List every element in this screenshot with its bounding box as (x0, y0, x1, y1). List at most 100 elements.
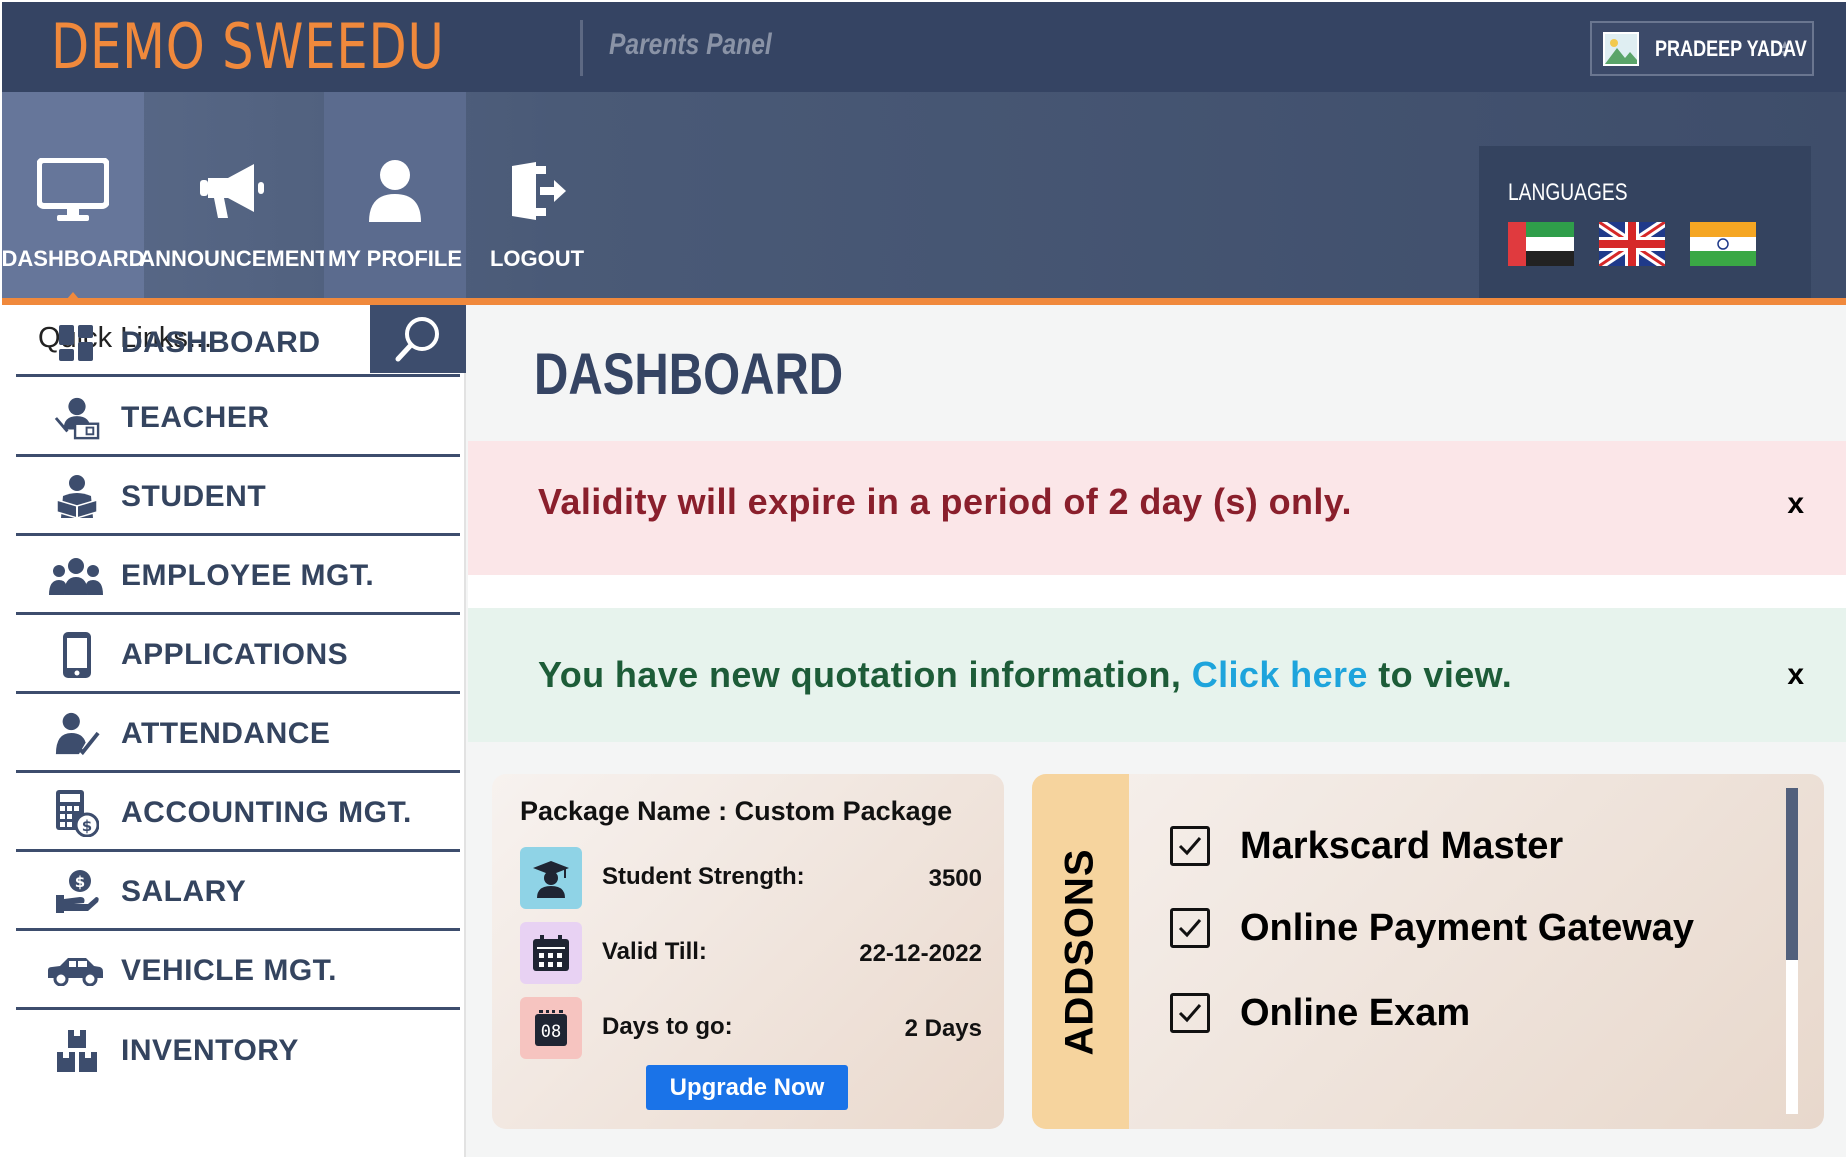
svg-text:$: $ (82, 817, 92, 835)
sidebar-item-inventory[interactable]: INVENTORY (16, 1013, 460, 1089)
student-icon (54, 474, 100, 520)
sidebar-item-salary[interactable]: $ SALARY (16, 855, 460, 931)
sidebar-item-accounting-mgt[interactable]: $ ACCOUNTING MGT. (16, 776, 460, 852)
nav-logout[interactable]: LOGOUT (466, 92, 608, 298)
logout-icon (506, 157, 568, 225)
quotation-alert-text: You have new quotation information, Clic… (538, 654, 1512, 696)
salary-icon: $ (54, 869, 100, 915)
sidebar-item-label: STUDENT (121, 479, 267, 513)
nav-announcement[interactable]: ANNOUNCEMENT (139, 92, 329, 298)
sidebar-item-label: VEHICLE MGT. (121, 953, 338, 987)
sidebar-item-label: INVENTORY (121, 1034, 299, 1067)
sidebar-item-label: EMPLOYEE MGT. (121, 558, 375, 592)
sidebar-item-applications[interactable]: APPLICATIONS (16, 618, 460, 694)
addons-strip: ADDSONS (1032, 774, 1129, 1129)
close-validity-alert-button[interactable]: x (1787, 487, 1804, 521)
nav-accent-line (2, 298, 1846, 305)
grid-icon (54, 320, 100, 366)
sidebar-item-label: TEACHER (121, 400, 270, 434)
svg-text:$: $ (75, 873, 85, 891)
package-row-student-strength: Student Strength: 3500 (520, 847, 982, 909)
sidebar-item-dashboard[interactable]: DASHBOARD (16, 312, 460, 377)
user-menu[interactable]: PRADEEP YADAV ▲ ▼ (1590, 21, 1814, 76)
uk-flag-icon[interactable] (1599, 222, 1665, 266)
megaphone-icon (198, 157, 270, 225)
quotation-click-here-link[interactable]: Click here (1192, 654, 1368, 695)
addon-item: Online Exam (1170, 991, 1770, 1035)
calendar-icon (520, 922, 582, 984)
sidebar-item-label: SALARY (121, 874, 247, 908)
addons-scrollbar[interactable] (1786, 788, 1798, 1114)
teacher-icon (54, 395, 100, 441)
addon-label: Markscard Master (1240, 824, 1564, 867)
addon-label: Online Payment Gateway (1240, 906, 1695, 949)
nav-label: ANNOUNCEMENT (139, 246, 329, 271)
nav-dashboard[interactable]: DASHBOARD (1, 92, 145, 299)
car-icon (46, 948, 104, 994)
sidebar-item-label: APPLICATIONS (121, 637, 349, 671)
nav-label: DASHBOARD (1, 246, 145, 271)
close-quotation-alert-button[interactable]: x (1787, 658, 1804, 692)
group-icon (48, 553, 104, 599)
alert-spacer (468, 575, 1846, 608)
boxes-icon (54, 1028, 100, 1074)
app-logo[interactable]: DEMO SWEEDU (51, 12, 445, 82)
graduate-icon (520, 847, 582, 909)
addon-item: Markscard Master (1170, 824, 1770, 868)
addons-label: ADDSONS (1057, 848, 1102, 1056)
page-title: DASHBOARD (534, 342, 844, 407)
calculator-icon: $ (54, 789, 100, 837)
nav-label: LOGOUT (489, 246, 585, 271)
avatar (1603, 31, 1639, 66)
panel-title: Parents Panel (609, 28, 772, 61)
attendance-icon (54, 711, 100, 757)
user-name: PRADEEP YADAV (1655, 35, 1807, 61)
package-value: 22-12-2022 (859, 940, 982, 967)
quotation-alert: You have new quotation information, Clic… (468, 608, 1846, 742)
nav-label: MY PROFILE (327, 246, 463, 271)
sidebar-item-student[interactable]: STUDENT (16, 460, 460, 536)
checkbox-checked-icon[interactable] (1170, 993, 1210, 1033)
package-card: Package Name : Custom Package Student St… (492, 774, 1004, 1129)
quotation-alert-suffix: to view. (1367, 654, 1513, 695)
checkbox-checked-icon[interactable] (1170, 908, 1210, 948)
quotation-alert-prefix: You have new quotation information, (538, 654, 1192, 695)
validity-alert-text: Validity will expire in a period of 2 da… (538, 481, 1352, 522)
calendar-day-badge: 08 (535, 1010, 567, 1046)
header-divider (580, 20, 583, 76)
top-header: DEMO SWEEDU Parents Panel PRADEEP YADAV … (2, 2, 1846, 92)
checkbox-checked-icon[interactable] (1170, 826, 1210, 866)
addons-card: ADDSONS Markscard Master Online Payment … (1032, 774, 1824, 1129)
addons-scrollbar-thumb[interactable] (1786, 788, 1798, 960)
languages-panel: LANGUAGES (1479, 146, 1811, 298)
uae-flag-icon[interactable] (1508, 222, 1574, 266)
addon-item: Online Payment Gateway (1170, 906, 1770, 950)
validity-alert: Validity will expire in a period of 2 da… (468, 441, 1846, 575)
sidebar-item-label: DASHBOARD (121, 326, 321, 359)
package-label: Days to go: (602, 1013, 733, 1040)
monitor-icon (37, 157, 109, 225)
sidebar-item-label: ACCOUNTING MGT. (121, 795, 412, 829)
languages-title: LANGUAGES (1508, 179, 1628, 206)
package-row-valid-till: Valid Till: 22-12-2022 (520, 922, 982, 984)
package-value: 2 Days (904, 1015, 982, 1042)
package-name: Package Name : Custom Package (520, 796, 953, 826)
calendar-day-icon: 08 (520, 997, 582, 1059)
package-label: Valid Till: (602, 938, 707, 965)
sidebar-item-employee-mgt[interactable]: EMPLOYEE MGT. (16, 539, 460, 615)
package-row-days-to-go: 08 Days to go: 2 Days (520, 997, 982, 1059)
sidebar: DASHBOARD TEACHER STUDENT (2, 305, 466, 1157)
user-icon (365, 157, 425, 225)
calendar-day-number: 08 (538, 1022, 564, 1043)
addon-label: Online Exam (1240, 991, 1471, 1034)
main-content: DASHBOARD Validity will expire in a peri… (466, 305, 1846, 1157)
mobile-icon (54, 631, 100, 678)
sidebar-item-label: ATTENDANCE (121, 716, 331, 750)
sidebar-item-vehicle-mgt[interactable]: VEHICLE MGT. (16, 934, 460, 1010)
sidebar-item-teacher[interactable]: TEACHER (16, 381, 460, 457)
nav-my-profile[interactable]: MY PROFILE (324, 92, 466, 298)
sidebar-item-attendance[interactable]: ATTENDANCE (16, 697, 460, 773)
upgrade-now-button[interactable]: Upgrade Now (646, 1065, 848, 1110)
india-flag-icon[interactable] (1690, 222, 1756, 266)
package-label: Student Strength: (602, 863, 805, 890)
